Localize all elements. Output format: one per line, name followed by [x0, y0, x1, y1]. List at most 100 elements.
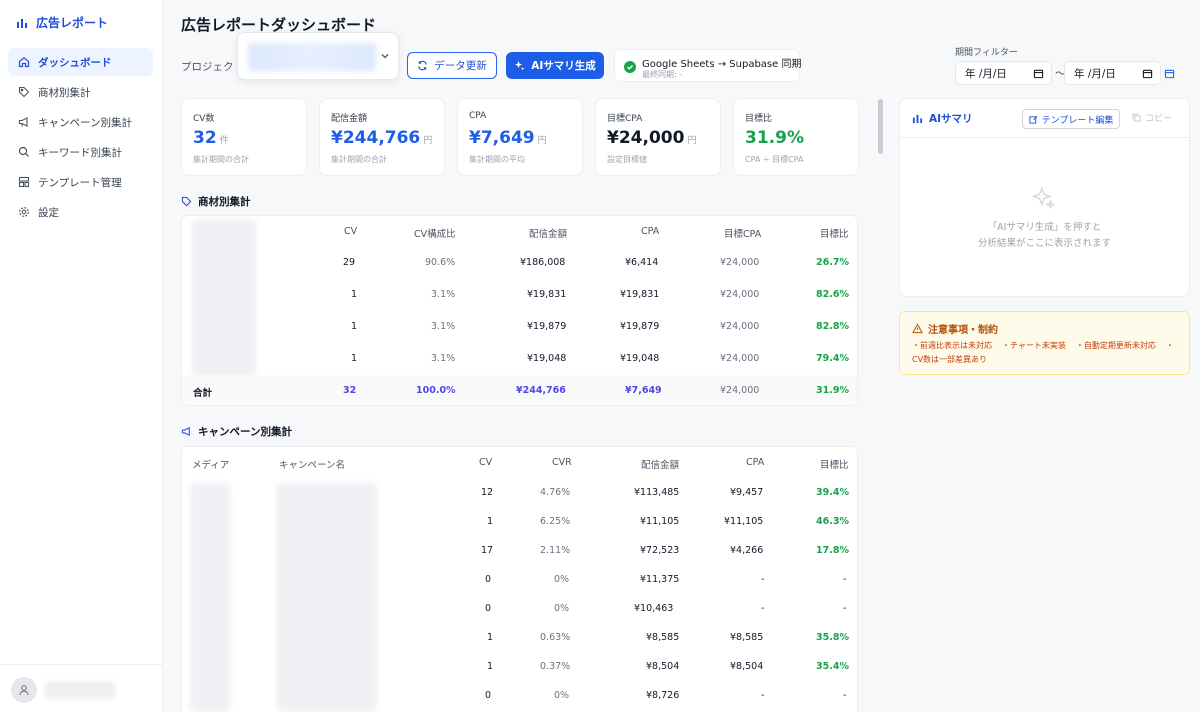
- table-row[interactable]: 1 3.1% ¥19,831 ¥19,831 ¥24,000 82.6%: [182, 279, 857, 311]
- ai-summary-label: AIサマリ生成: [531, 60, 596, 72]
- check-circle-icon: [624, 61, 636, 73]
- template-edit-button[interactable]: テンプレート編集: [1022, 109, 1120, 129]
- sidebar: 広告レポート ダッシュボード 商材別集計 キャンペーン別集計 キーワード別集計 …: [0, 0, 163, 712]
- project-value-redacted: [248, 43, 376, 71]
- kpi-target-ratio: 目標比 31.9% CPA ÷ 目標CPA: [733, 98, 859, 176]
- sidebar-footer: [0, 664, 163, 712]
- table-row[interactable]: 1 0.37% ¥8,504 ¥8,504 35.4%: [182, 651, 857, 683]
- kpi-value: ¥7,649 円: [469, 128, 547, 148]
- sparkle-icon: [1031, 186, 1056, 210]
- user-icon: [19, 685, 29, 696]
- notice-item: ・自動定期更新未対応: [1075, 341, 1156, 350]
- notice-item: ・チャート未実装: [1002, 341, 1066, 350]
- sidebar-item-label: 設定: [38, 206, 59, 219]
- avatar[interactable]: [11, 677, 37, 703]
- warning-icon: [912, 323, 923, 334]
- calendar-icon[interactable]: [1142, 68, 1153, 79]
- start-date-input[interactable]: 年 /月/日: [955, 61, 1052, 85]
- calendar-icon[interactable]: [1033, 68, 1044, 79]
- col-target-ratio: 目標比: [820, 229, 849, 240]
- ai-summary-header: AIサマリ テンプレート編集 コピー: [900, 99, 1189, 138]
- user-name-redacted: [45, 681, 115, 699]
- end-date-value: 年 /月/日: [1074, 67, 1116, 80]
- gear-icon: [19, 207, 29, 217]
- kpi-sub: 集計期間の合計: [193, 155, 249, 164]
- kpi-label: 配信金額: [331, 114, 368, 124]
- notice-item: ・前週比表示は未対応: [912, 341, 992, 350]
- section-title-products: 商材別集計: [181, 194, 251, 209]
- table-total-row: 合計 32 100.0% ¥244,766 ¥7,649 ¥24,000 31.…: [182, 375, 857, 405]
- table-row[interactable]: 0 0% ¥10,463 - -: [182, 593, 857, 625]
- notice-box: 注意事項・制約 ・前週比表示は未対応 ・チャート未実装 ・自動定期更新未対応 ・CV数…: [899, 311, 1190, 375]
- table-row[interactable]: 1 3.1% ¥19,879 ¥19,879 ¥24,000 82.8%: [182, 311, 857, 343]
- megaphone-icon: [181, 427, 190, 436]
- sidebar-item-label: 商材別集計: [38, 86, 91, 99]
- bar-chart-icon: [17, 18, 27, 28]
- table-row[interactable]: 1 6.25% ¥11,105 ¥11,105 46.3%: [182, 506, 857, 538]
- section-title-campaigns: キャンペーン別集計: [181, 424, 292, 439]
- table-row[interactable]: 1 0.63% ¥8,585 ¥8,585 35.8%: [182, 622, 857, 654]
- kpi-value: 32 件: [193, 128, 229, 148]
- refresh-icon: [418, 60, 427, 71]
- tag-icon: [18, 86, 30, 98]
- col-campaign-name: キャンペーン名: [279, 460, 346, 471]
- sparkle-icon: [515, 60, 525, 71]
- col-cv: CV: [344, 226, 358, 237]
- sidebar-item-label: ダッシュボード: [38, 56, 112, 69]
- kpi-label: 目標CPA: [607, 114, 643, 124]
- table-row[interactable]: 0 0% ¥8,726 - -: [182, 680, 857, 712]
- sidebar-item-templates[interactable]: テンプレート管理: [8, 168, 153, 196]
- table-row[interactable]: 1 3.1% ¥19,048 ¥19,048 ¥24,000 79.4%: [182, 343, 857, 375]
- table-row[interactable]: 29 90.6% ¥186,008 ¥6,414 ¥24,000 26.7%: [182, 247, 857, 279]
- period-filter-label: 期間フィルター: [955, 48, 1018, 58]
- kpi-value: ¥244,766 円: [331, 128, 433, 148]
- refresh-button[interactable]: データ更新: [407, 52, 497, 79]
- table-row[interactable]: 12 4.76% ¥113,485 ¥9,457 39.4%: [182, 477, 857, 509]
- sidebar-item-campaigns[interactable]: キャンペーン別集計: [8, 108, 153, 136]
- sidebar-item-label: テンプレート管理: [38, 176, 122, 189]
- table-row[interactable]: 0 0% ¥11,375 - -: [182, 564, 857, 596]
- col-spend: 配信金額: [529, 229, 568, 240]
- product-table: CV CV構成比 配信金額 CPA 目標CPA 目標比 29 90.6% ¥18…: [181, 215, 858, 406]
- col-target-cpa: 目標CPA: [724, 229, 762, 240]
- search-icon: [18, 146, 30, 158]
- col-cv-share: CV構成比: [414, 229, 456, 240]
- table-row[interactable]: 17 2.11% ¥72,523 ¥4,266 17.8%: [182, 535, 857, 567]
- copy-icon: [1132, 113, 1141, 122]
- start-date-value: 年 /月/日: [965, 67, 1007, 80]
- kpi-sub: CPA ÷ 目標CPA: [745, 155, 804, 164]
- col-target-ratio: 目標比: [820, 460, 849, 471]
- ai-summary-button[interactable]: AIサマリ生成: [506, 52, 604, 79]
- calendar-picker-icon[interactable]: [1164, 68, 1175, 79]
- layout-icon: [18, 176, 30, 188]
- main-scrollbar[interactable]: [878, 99, 883, 154]
- bar-chart-icon: [912, 114, 923, 124]
- sidebar-item-settings[interactable]: 設定: [8, 198, 153, 226]
- col-cv: CV: [479, 457, 493, 468]
- kpi-label: CV数: [193, 114, 215, 124]
- notice-items: ・前週比表示は未対応 ・チャート未実装 ・自動定期更新未対応 ・CV数は一部差異あり: [912, 339, 1184, 367]
- kpi-target-cpa: 目標CPA ¥24,000 円 設定目標値: [595, 98, 721, 176]
- campaign-table: メディア キャンペーン名 CV CVR 配信金額 CPA 目標比 12 4.76…: [181, 446, 858, 712]
- project-select[interactable]: [237, 32, 399, 80]
- refresh-label: データ更新: [434, 60, 487, 72]
- kpi-value: 31.9%: [745, 128, 804, 148]
- kpi-sub: 設定目標値: [607, 155, 647, 164]
- kpi-spend: 配信金額 ¥244,766 円 集計期間の合計: [319, 98, 445, 176]
- brand[interactable]: 広告レポート: [16, 14, 108, 31]
- ai-summary-title: AIサマリ: [912, 111, 973, 126]
- sidebar-item-dashboard[interactable]: ダッシュボード: [8, 48, 153, 76]
- home-icon: [18, 57, 30, 68]
- copy-button[interactable]: コピー: [1132, 111, 1172, 124]
- col-media: メディア: [192, 460, 230, 471]
- edit-icon: [1029, 115, 1038, 124]
- sidebar-item-keywords[interactable]: キーワード別集計: [8, 138, 153, 166]
- sync-last-time: 最終同期: -: [642, 70, 683, 79]
- sidebar-item-products[interactable]: 商材別集計: [8, 78, 153, 106]
- col-cpa: CPA: [746, 457, 765, 468]
- end-date-input[interactable]: 年 /月/日: [1064, 61, 1161, 85]
- brand-title: 広告レポート: [36, 16, 109, 30]
- kpi-value: ¥24,000 円: [607, 128, 697, 148]
- notice-title: 注意事項・制約: [912, 321, 998, 336]
- sidebar-item-label: キーワード別集計: [38, 146, 122, 159]
